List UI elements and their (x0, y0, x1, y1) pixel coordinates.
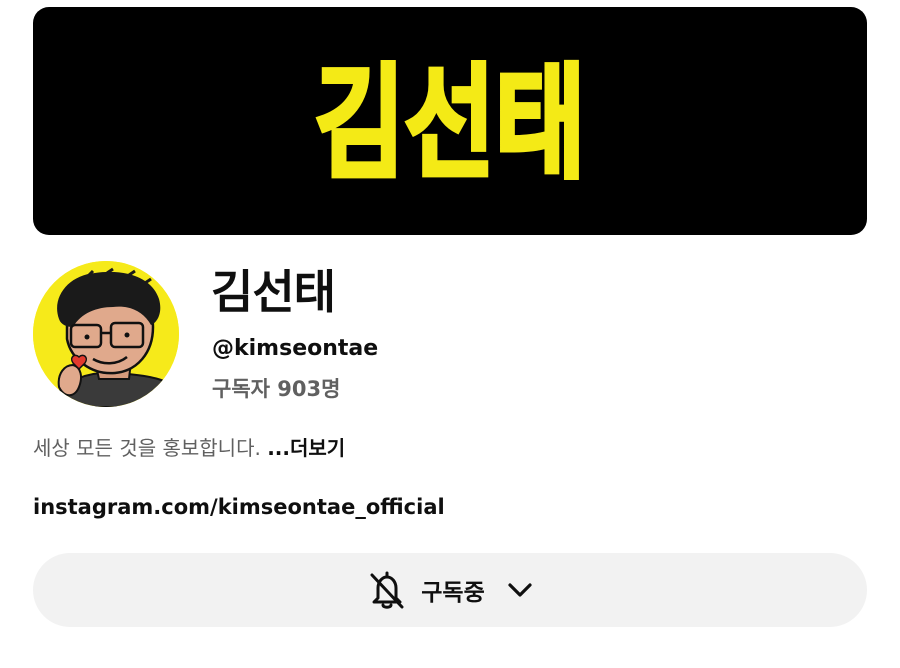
description-text: 세상 모든 것을 홍보합니다. (33, 436, 268, 460)
banner-logo: 김선태 (313, 51, 588, 198)
subscribed-button[interactable]: 구독중 (33, 553, 867, 627)
channel-handle: @kimseontae (212, 336, 379, 361)
channel-banner: 김선태 (33, 7, 867, 235)
banner-logo-text: 김선태 (315, 53, 585, 195)
subscribed-label: 구독중 (421, 580, 485, 606)
instagram-link[interactable]: instagram.com/kimseontae_official (33, 492, 445, 522)
more-link[interactable]: ...더보기 (267, 436, 345, 460)
chevron-down-icon (503, 573, 537, 607)
channel-name: 김선태 (211, 265, 336, 319)
channel-avatar[interactable] (33, 261, 179, 407)
bell-off-icon (363, 566, 411, 614)
subscriber-count: 구독자 903명 (212, 377, 341, 401)
caricature-avatar-icon (33, 261, 179, 407)
channel-description[interactable]: 세상 모든 것을 홍보합니다. ...더보기 (33, 433, 345, 463)
